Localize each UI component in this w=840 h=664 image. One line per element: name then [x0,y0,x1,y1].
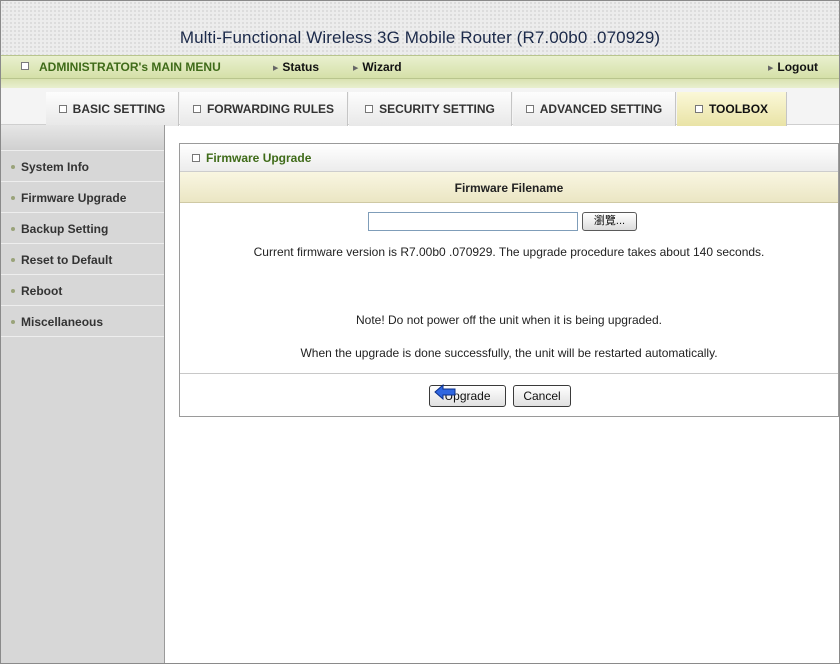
sidebar-top-band [1,125,164,151]
square-bullet-icon [365,105,374,113]
restart-note: When the upgrade is done successfully, t… [300,346,718,360]
pointer-arrow-icon [434,384,456,400]
tab-forwarding-rules[interactable]: FORWARDING RULES [180,92,348,126]
sidebar-item-firmware-upgrade[interactable]: Firmware Upgrade [1,182,164,213]
bullet-dot-icon [11,165,15,169]
status-link[interactable]: ▶ Status [273,60,319,74]
settings-tabs: BASIC SETTING FORWARDING RULES SECURITY … [1,88,839,126]
menu-divider-stripe [1,79,839,88]
file-select-row: 瀏覽... [180,212,838,234]
wizard-label: Wizard [362,60,402,74]
tab-label: SECURITY SETTING [379,102,495,116]
sidebar-item-label: Reboot [21,284,63,298]
admin-main-menu-label: ADMINISTRATOR's MAIN MENU [39,60,221,74]
power-off-note: Note! Do not power off the unit when it … [356,313,662,327]
wizard-link[interactable]: ▶ Wizard [353,60,402,74]
triangle-right-icon: ▶ [353,65,359,72]
square-bullet-icon [694,105,703,113]
tab-label: ADVANCED SETTING [539,102,663,116]
square-bullet-icon [21,62,29,70]
tab-label: TOOLBOX [708,102,769,116]
main-menu-bar: ADMINISTRATOR's MAIN MENU ▶ Status ▶ Wizar… [1,55,839,79]
panel-title: Firmware Upgrade [206,151,312,165]
tab-basic-setting[interactable]: BASIC SETTING [46,92,179,126]
column-header: Firmware Filename [180,172,838,203]
triangle-right-icon: ▶ [768,65,774,72]
sidebar-item-miscellaneous[interactable]: Miscellaneous [1,306,164,337]
page-title: Multi-Functional Wireless 3G Mobile Rout… [179,28,661,47]
tab-toolbox[interactable]: TOOLBOX [677,92,787,126]
tab-advanced-setting[interactable]: ADVANCED SETTING [513,92,676,126]
sidebar: System Info Firmware Upgrade Backup Sett… [1,125,165,663]
bullet-dot-icon [11,227,15,231]
bullet-dot-icon [11,196,15,200]
sidebar-item-system-info[interactable]: System Info [1,151,164,182]
firmware-file-input[interactable] [368,212,578,231]
sidebar-item-backup-setting[interactable]: Backup Setting [1,213,164,244]
browse-button[interactable]: 瀏覽... [582,212,637,231]
triangle-right-icon: ▶ [273,65,279,72]
sidebar-item-label: System Info [21,160,90,174]
logout-label: Logout [777,60,819,74]
sidebar-item-label: Backup Setting [21,222,109,236]
divider [180,373,838,374]
square-bullet-icon [192,105,201,113]
square-bullet-icon [525,105,534,113]
bullet-dot-icon [11,320,15,324]
cancel-button[interactable]: Cancel [513,385,571,407]
sidebar-item-label: Miscellaneous [21,315,104,329]
firmware-upgrade-panel: Firmware Upgrade Firmware Filename 瀏覽...… [179,143,839,417]
tab-security-setting[interactable]: SECURITY SETTING [349,92,512,126]
tab-label: BASIC SETTING [72,102,166,116]
admin-main-menu-link[interactable]: ADMINISTRATOR's MAIN MENU [21,60,221,74]
square-bullet-icon [58,105,67,113]
sidebar-item-label: Firmware Upgrade [21,191,127,205]
tab-label: FORWARDING RULES [206,102,335,116]
logout-link[interactable]: ▶ Logout [768,60,818,74]
bullet-dot-icon [11,258,15,262]
sidebar-item-reboot[interactable]: Reboot [1,275,164,306]
title-banner: Multi-Functional Wireless 3G Mobile Rout… [1,1,839,55]
bullet-dot-icon [11,289,15,293]
square-bullet-icon [192,154,200,162]
sidebar-item-reset-to-default[interactable]: Reset to Default [1,244,164,275]
sidebar-item-label: Reset to Default [21,253,113,267]
panel-header: Firmware Upgrade [180,144,838,172]
current-version-text: Current firmware version is R7.00b0 .070… [253,245,765,259]
router-admin-page: Multi-Functional Wireless 3G Mobile Rout… [0,0,840,664]
status-label: Status [282,60,320,74]
